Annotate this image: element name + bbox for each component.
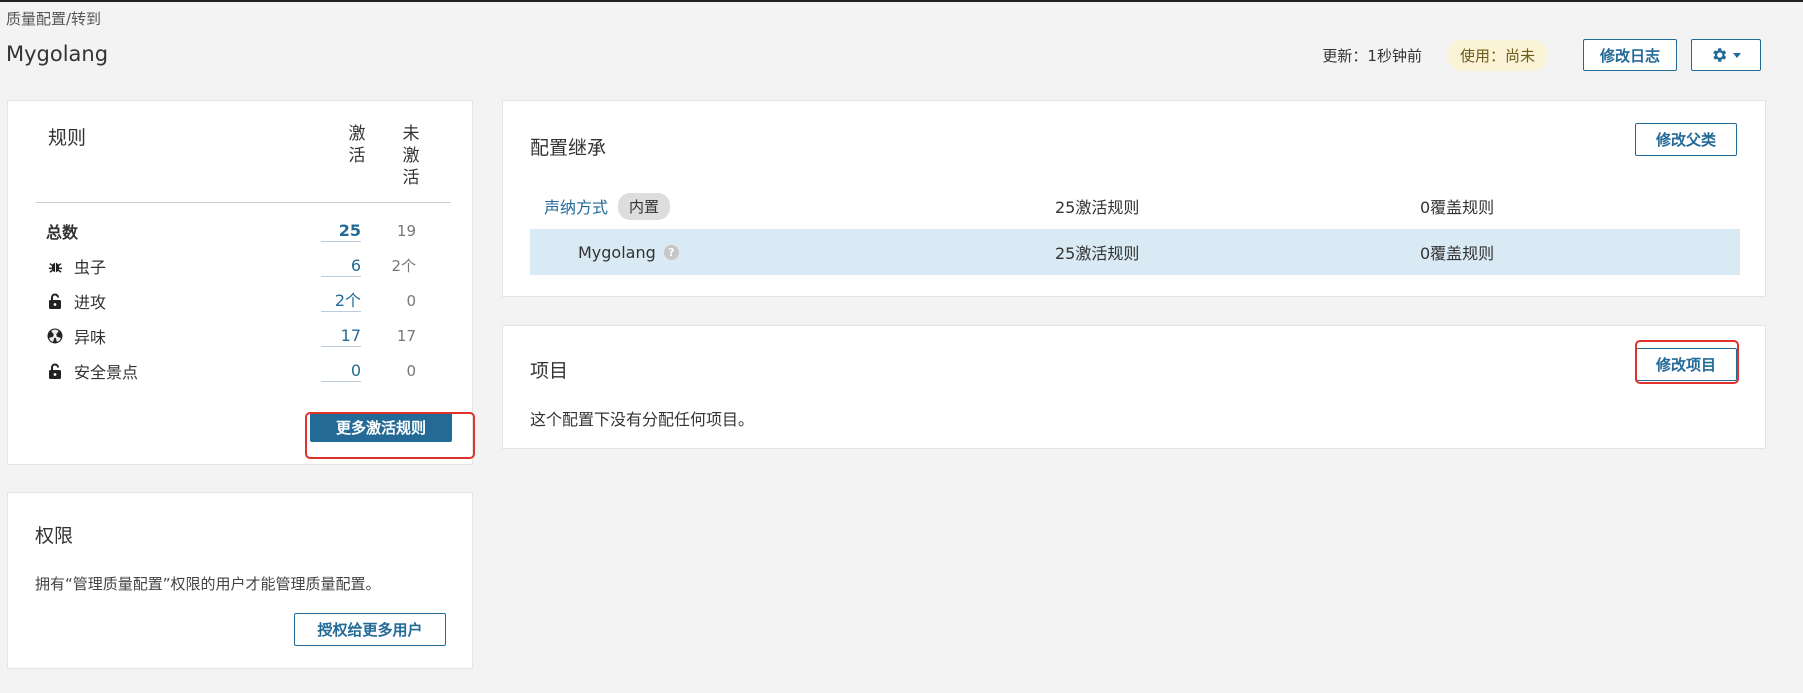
permissions-description: 拥有“管理质量配置”权限的用户才能管理质量配置。	[35, 575, 381, 593]
inactive-count[interactable]: 19	[386, 221, 416, 241]
active-rules-count: 25激活规则	[1055, 198, 1140, 217]
unlock-icon	[46, 363, 64, 379]
inactive-column-header: 未 激 活	[402, 124, 420, 188]
projects-title: 项目	[530, 360, 569, 382]
rules-card: 规则 激 活 未 激 活 总数 25 19 虫子 6 2个 进攻 2个 0 异味…	[7, 100, 473, 465]
no-projects-message: 这个配置下没有分配任何项目。	[530, 410, 755, 429]
annotation-highlight-box	[305, 412, 475, 459]
unlock-icon	[46, 293, 64, 309]
header-actions: 更新：1秒钟前 使用：尚未 修改日志	[1322, 38, 1761, 72]
inactive-count[interactable]: 0	[386, 361, 416, 381]
grant-users-button[interactable]: 授权给更多用户	[294, 613, 446, 646]
parent-profile-link[interactable]: 声纳方式	[544, 194, 608, 218]
rules-row-bugs: 虫子 6 2个	[46, 253, 446, 279]
active-rules-count: 25激活规则	[1055, 244, 1140, 263]
caret-down-icon	[1733, 53, 1741, 58]
rules-row-security-hotspots: 安全景点 0 0	[46, 358, 446, 384]
changelog-button[interactable]: 修改日志	[1582, 39, 1677, 71]
profile-name-cell: 声纳方式 内置	[544, 192, 671, 220]
usage-badge: 使用：尚未	[1447, 39, 1547, 71]
inactive-count[interactable]: 17	[386, 326, 416, 346]
builtin-badge: 内置	[618, 192, 671, 220]
current-profile-name: Mygolang	[578, 242, 656, 262]
breadcrumb[interactable]: 质量配置/转到	[6, 8, 101, 29]
permissions-title: 权限	[35, 525, 74, 547]
rules-row-code-smells: 异味 17 17	[46, 323, 446, 349]
top-border	[0, 0, 1803, 2]
active-count-link[interactable]: 0	[321, 361, 361, 382]
rules-row-vulnerabilities: 进攻 2个 0	[46, 288, 446, 314]
rules-divider	[36, 202, 451, 203]
radiation-icon	[46, 328, 64, 344]
inheritance-row-current: Mygolang ? 25激活规则 0覆盖规则	[530, 229, 1740, 275]
active-column-header: 激 活	[348, 124, 366, 166]
inheritance-card: 配置继承 修改父类 声纳方式 内置 25激活规则 0覆盖规则 Mygolang …	[502, 100, 1766, 297]
profile-name-cell: Mygolang ?	[578, 243, 679, 262]
overridden-rules-count: 0覆盖规则	[1420, 244, 1495, 263]
inactive-count[interactable]: 0	[386, 291, 416, 311]
permissions-card: 权限 拥有“管理质量配置”权限的用户才能管理质量配置。 授权给更多用户	[7, 492, 473, 669]
projects-card: 项目 这个配置下没有分配任何项目。 修改项目	[502, 325, 1766, 449]
annotation-highlight-box	[1635, 340, 1739, 384]
bug-icon	[46, 259, 64, 274]
rules-title: 规则	[48, 127, 87, 149]
updated-text: 更新：1秒钟前	[1322, 46, 1422, 65]
active-count-link[interactable]: 6	[321, 256, 361, 277]
help-icon[interactable]: ?	[663, 244, 679, 260]
rules-row-total: 总数 25 19	[46, 218, 446, 244]
active-count-link[interactable]: 25	[321, 221, 361, 242]
inheritance-row-parent: 声纳方式 内置 25激活规则 0覆盖规则	[530, 183, 1740, 229]
active-count-link[interactable]: 17	[321, 326, 361, 347]
gear-icon	[1713, 48, 1727, 62]
active-count-link[interactable]: 2个	[321, 291, 361, 312]
inheritance-title: 配置继承	[530, 137, 607, 159]
settings-dropdown-button[interactable]	[1691, 39, 1761, 71]
inactive-count[interactable]: 2个	[386, 256, 416, 276]
change-parent-button[interactable]: 修改父类	[1635, 123, 1737, 156]
page-title: Mygolang	[6, 42, 109, 66]
overridden-rules-count: 0覆盖规则	[1420, 198, 1495, 217]
